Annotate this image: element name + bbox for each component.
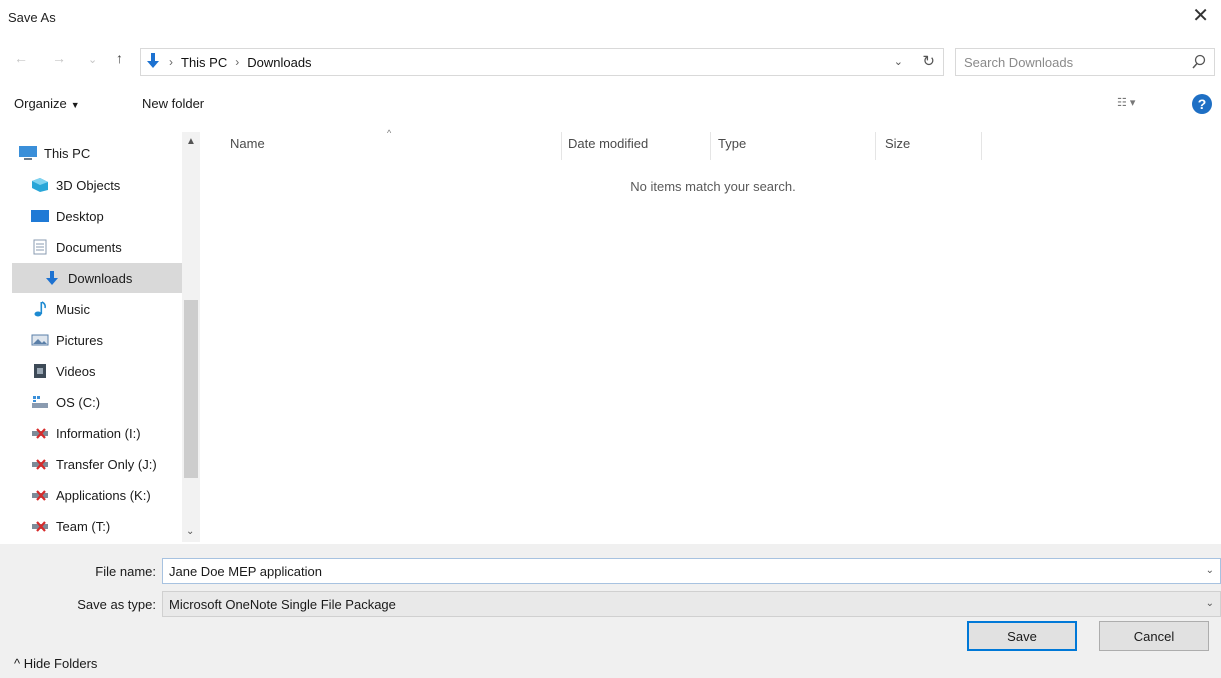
save-as-type-value: Microsoft OneNote Single File Package — [169, 596, 396, 612]
column-divider[interactable] — [981, 132, 982, 160]
sidebar-item-transfer-only[interactable]: Transfer Only (J:) — [24, 449, 182, 479]
sidebar-item-label: Downloads — [68, 270, 133, 286]
music-note-icon — [30, 301, 50, 317]
refresh-icon[interactable]: ↻ — [922, 52, 935, 70]
sidebar-item-os-c[interactable]: OS (C:) — [24, 387, 182, 417]
breadcrumb-downloads[interactable]: Downloads — [247, 55, 311, 70]
organize-label: Organize — [14, 96, 67, 111]
chevron-down-icon[interactable]: ⌄ — [1206, 565, 1214, 576]
close-icon[interactable]: ✕ — [1192, 6, 1209, 26]
sidebar-item-label: Music — [56, 301, 90, 317]
column-divider[interactable] — [710, 132, 711, 160]
sidebar-item-applications[interactable]: Applications (K:) — [24, 480, 182, 510]
sidebar-item-desktop[interactable]: Desktop — [24, 201, 182, 231]
sidebar-item-information[interactable]: Information (I:) — [24, 418, 182, 448]
sidebar-item-label: This PC — [44, 145, 91, 161]
empty-state-message: No items match your search. — [630, 179, 796, 194]
sidebar-item-documents[interactable]: Documents — [24, 232, 182, 262]
column-header-date-modified[interactable]: Date modified — [568, 136, 648, 151]
sidebar-item-label: Information (I:) — [56, 425, 141, 441]
scroll-down-icon[interactable]: ⌄ — [186, 526, 194, 537]
downloads-location-icon — [145, 52, 161, 73]
column-divider[interactable] — [875, 132, 876, 160]
command-toolbar: Organize ▼ New folder ☷ ▾ ? — [0, 88, 1221, 122]
sidebar-item-team[interactable]: Team (T:) — [24, 511, 182, 541]
file-name-label: File name: — [95, 564, 156, 579]
up-arrow-icon[interactable]: ↑ — [116, 50, 123, 66]
sidebar-item-label: Transfer Only (J:) — [56, 456, 157, 472]
column-header-name[interactable]: Name — [230, 136, 265, 151]
window-title: Save As — [8, 10, 56, 25]
breadcrumb-this-pc[interactable]: This PC — [181, 55, 227, 70]
sidebar-item-music[interactable]: Music — [24, 294, 182, 324]
navigation-pane: This PC 3D Objects Desktop Documents Dow… — [0, 128, 200, 542]
sidebar-item-label: Team (T:) — [56, 518, 111, 534]
save-as-type-select[interactable]: Microsoft OneNote Single File Package ⌄ — [162, 591, 1221, 617]
network-drive-disconnected-icon — [30, 518, 50, 534]
organize-button[interactable]: Organize ▼ — [14, 96, 80, 111]
search-icon[interactable] — [1192, 54, 1206, 73]
save-as-type-label: Save as type: — [77, 597, 156, 612]
breadcrumb-separator[interactable]: › — [235, 55, 239, 69]
computer-icon — [18, 145, 38, 161]
search-input[interactable]: Search Downloads — [955, 48, 1215, 76]
help-icon[interactable]: ? — [1192, 94, 1212, 114]
desktop-folder-icon — [30, 208, 50, 224]
sort-indicator-icon: ^ — [387, 128, 392, 138]
pictures-icon — [30, 332, 50, 348]
title-bar: Save As ✕ — [0, 0, 1221, 38]
download-arrow-icon — [42, 270, 62, 286]
back-arrow-icon[interactable]: ← — [14, 50, 28, 66]
change-view-icon[interactable]: ☷ ▾ — [1117, 96, 1135, 109]
new-folder-button[interactable]: New folder — [142, 96, 204, 111]
sidebar-item-label: OS (C:) — [56, 394, 101, 410]
network-drive-disconnected-icon — [30, 456, 50, 472]
file-name-field[interactable]: Jane Doe MEP application ⌄ — [162, 558, 1221, 584]
column-header-type[interactable]: Type — [718, 136, 746, 151]
forward-arrow-icon[interactable]: → — [52, 50, 66, 66]
breadcrumb-separator[interactable]: › — [169, 55, 173, 69]
sidebar-item-label: 3D Objects — [56, 177, 121, 193]
hide-folders-toggle[interactable]: ^ Hide Folders — [14, 656, 97, 671]
network-drive-disconnected-icon — [30, 425, 50, 441]
address-dropdown-icon[interactable]: ⌄ — [894, 55, 903, 68]
file-list: ^ Name Date modified Type Size No items … — [205, 128, 1221, 542]
sidebar-item-label: Videos — [56, 363, 96, 379]
chevron-down-icon[interactable]: ⌄ — [1206, 598, 1214, 609]
sidebar-item-label: Documents — [56, 239, 122, 255]
cube-icon — [30, 177, 50, 193]
sidebar-item-3d-objects[interactable]: 3D Objects — [24, 170, 182, 200]
drive-icon — [30, 394, 50, 410]
save-options-panel: File name: Jane Doe MEP application ⌄ Sa… — [0, 544, 1221, 678]
file-name-value: Jane Doe MEP application — [169, 563, 322, 579]
scroll-up-icon[interactable]: ▲ — [186, 136, 196, 147]
search-placeholder: Search Downloads — [964, 54, 1074, 70]
recent-locations-chevron-icon[interactable]: ⌄ — [88, 53, 97, 66]
sidebar-item-this-pc[interactable]: This PC — [12, 138, 182, 168]
column-divider[interactable] — [561, 132, 562, 160]
sidebar-item-downloads[interactable]: Downloads — [12, 263, 182, 293]
sidebar-item-videos[interactable]: Videos — [24, 356, 182, 386]
film-icon — [30, 363, 50, 379]
address-bar[interactable]: › This PC › Downloads ⌄ ↻ — [140, 48, 944, 76]
scrollbar-thumb[interactable] — [184, 300, 198, 478]
document-icon — [30, 239, 50, 255]
save-button[interactable]: Save — [967, 621, 1077, 651]
network-drive-disconnected-icon — [30, 487, 50, 503]
chevron-down-icon: ▼ — [70, 100, 80, 110]
cancel-button[interactable]: Cancel — [1099, 621, 1209, 651]
column-header-size[interactable]: Size — [885, 136, 910, 151]
address-row: ← → ⌄ ↑ › This PC › Downloads ⌄ ↻ Search… — [0, 44, 1221, 80]
sidebar-item-label: Desktop — [56, 208, 104, 224]
sidebar-item-pictures[interactable]: Pictures — [24, 325, 182, 355]
sidebar-item-label: Pictures — [56, 332, 103, 348]
sidebar-item-label: Applications (K:) — [56, 487, 151, 503]
